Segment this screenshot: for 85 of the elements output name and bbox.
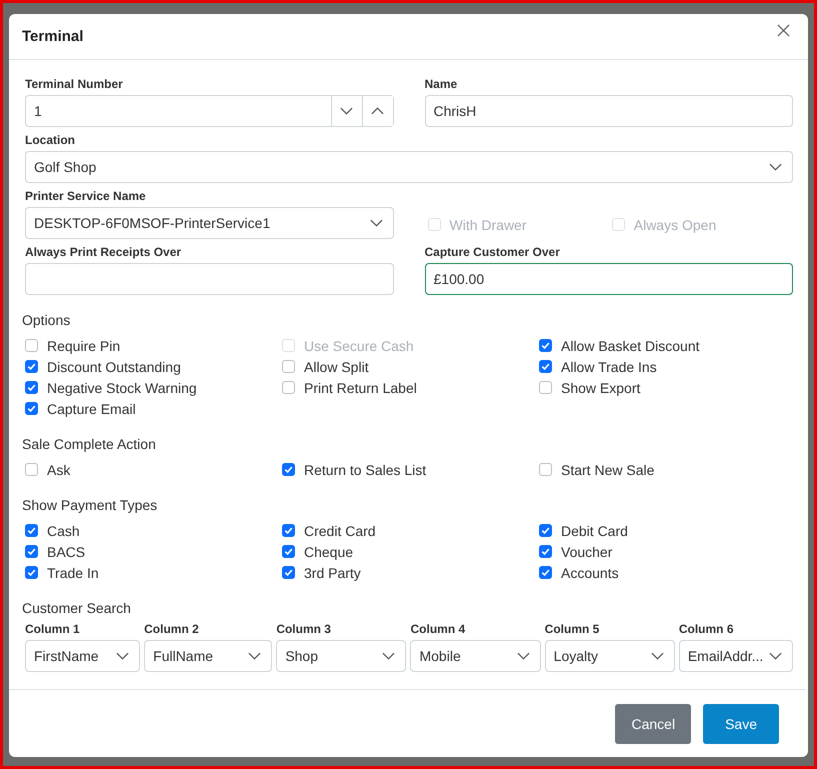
checkbox[interactable] xyxy=(539,339,552,352)
dropdown-field[interactable]: Mobile xyxy=(410,640,541,672)
chevron-down-icon xyxy=(516,652,530,660)
chevron-down-icon xyxy=(382,652,396,660)
field-label: Name xyxy=(424,76,458,93)
checkbox-option[interactable]: Capture Email xyxy=(22,398,279,419)
checkbox-option[interactable]: Print Return Label xyxy=(279,377,536,398)
checkbox[interactable] xyxy=(282,566,295,579)
field-label: Column 3 xyxy=(276,621,332,638)
checkbox-option[interactable]: Trade In xyxy=(22,562,279,583)
chevron-down-icon xyxy=(370,219,382,227)
checkbox-option[interactable]: Debit Card xyxy=(536,520,793,541)
checkbox-option[interactable]: 3rd Party xyxy=(279,562,536,583)
dropdown-field[interactable]: EmailAddr... xyxy=(678,640,793,672)
checkbox[interactable] xyxy=(25,524,38,537)
checkbox-option[interactable]: Allow Split xyxy=(279,356,536,377)
checkbox[interactable] xyxy=(25,566,38,579)
number-spinner[interactable]: 1 xyxy=(25,95,394,127)
checkbox-option[interactable]: Discount Outstanding xyxy=(22,356,279,377)
checkbox-option[interactable]: BACS xyxy=(22,541,279,562)
save-button[interactable]: Save xyxy=(703,704,779,744)
dialog-title: Terminal xyxy=(22,28,84,45)
cancel-button[interactable]: Cancel xyxy=(615,704,692,744)
field-label: Location xyxy=(25,132,76,149)
checkbox-option[interactable]: Accounts xyxy=(536,562,793,583)
field-label: Column 4 xyxy=(410,621,466,638)
checkbox[interactable] xyxy=(25,402,38,415)
close-icon xyxy=(777,24,790,37)
field-label: Column 2 xyxy=(144,621,200,638)
checkbox-option[interactable]: Allow Basket Discount xyxy=(536,335,793,356)
chevron-down-icon xyxy=(116,652,130,660)
checkbox-option[interactable]: Allow Trade Ins xyxy=(536,356,793,377)
checkbox[interactable] xyxy=(25,360,38,373)
checkbox[interactable] xyxy=(282,545,295,558)
checkbox[interactable] xyxy=(539,545,552,558)
checkbox-option[interactable]: Voucher xyxy=(536,541,793,562)
checkbox-option[interactable]: Show Export xyxy=(536,377,793,398)
checkbox[interactable] xyxy=(282,381,295,394)
section-title: Customer Search xyxy=(22,599,132,617)
field-label: Column 6 xyxy=(678,621,735,638)
checkbox-option[interactable]: Return to Sales List xyxy=(279,459,536,480)
input-field[interactable]: ChrisH xyxy=(424,95,793,127)
chevron-down-icon xyxy=(769,652,782,660)
chevron-up-icon xyxy=(371,107,384,115)
checkbox[interactable] xyxy=(539,463,552,476)
dropdown-field[interactable]: FullName xyxy=(144,640,272,672)
dropdown-field[interactable]: FirstName xyxy=(25,640,140,672)
checkbox-option[interactable]: Cheque xyxy=(279,541,536,562)
section-title: Sale Complete Action xyxy=(22,435,157,453)
chevron-down-icon xyxy=(340,107,353,115)
checkbox-option[interactable]: Start New Sale xyxy=(536,459,793,480)
field-label: Column 5 xyxy=(544,621,600,638)
field-label: Always Print Receipts Over xyxy=(25,244,182,261)
checkbox[interactable] xyxy=(539,566,552,579)
chevron-down-icon xyxy=(248,652,262,660)
checkbox[interactable] xyxy=(539,524,552,537)
section-title: Show Payment Types xyxy=(22,496,158,514)
input-field[interactable]: £100.00 xyxy=(424,263,793,295)
input-field[interactable] xyxy=(25,263,394,295)
checkbox[interactable] xyxy=(282,360,295,373)
checkbox-option[interactable]: Cash xyxy=(22,520,279,541)
dropdown-field[interactable]: Golf Shop xyxy=(25,151,793,183)
checkbox-option[interactable]: Ask xyxy=(22,459,279,480)
checkbox-option[interactable]: Credit Card xyxy=(279,520,536,541)
checkbox[interactable] xyxy=(539,381,552,394)
checkbox[interactable] xyxy=(539,360,552,373)
checkbox[interactable] xyxy=(25,381,38,394)
section-title: Options xyxy=(22,311,72,329)
checkbox[interactable] xyxy=(282,524,295,537)
checkbox-option[interactable]: Negative Stock Warning xyxy=(22,377,279,398)
dropdown-field[interactable]: Shop xyxy=(276,640,406,672)
checkbox[interactable] xyxy=(25,545,38,558)
field-label: Printer Service Name xyxy=(25,188,147,205)
checkbox[interactable] xyxy=(25,339,38,352)
field-label: Terminal Number xyxy=(25,76,124,93)
field-label: Column 1 xyxy=(25,621,81,638)
chevron-down-icon xyxy=(650,652,664,660)
dropdown-field[interactable]: DESKTOP-6F0MSOF-PrinterService1 xyxy=(25,207,394,239)
checkbox[interactable] xyxy=(282,463,295,476)
chevron-down-icon xyxy=(769,163,782,171)
checkbox[interactable] xyxy=(25,463,38,476)
checkbox-option[interactable]: Require Pin xyxy=(22,335,279,356)
dropdown-field[interactable]: Loyalty xyxy=(544,640,675,672)
field-label: Capture Customer Over xyxy=(424,244,561,261)
increment-button[interactable] xyxy=(362,96,392,126)
